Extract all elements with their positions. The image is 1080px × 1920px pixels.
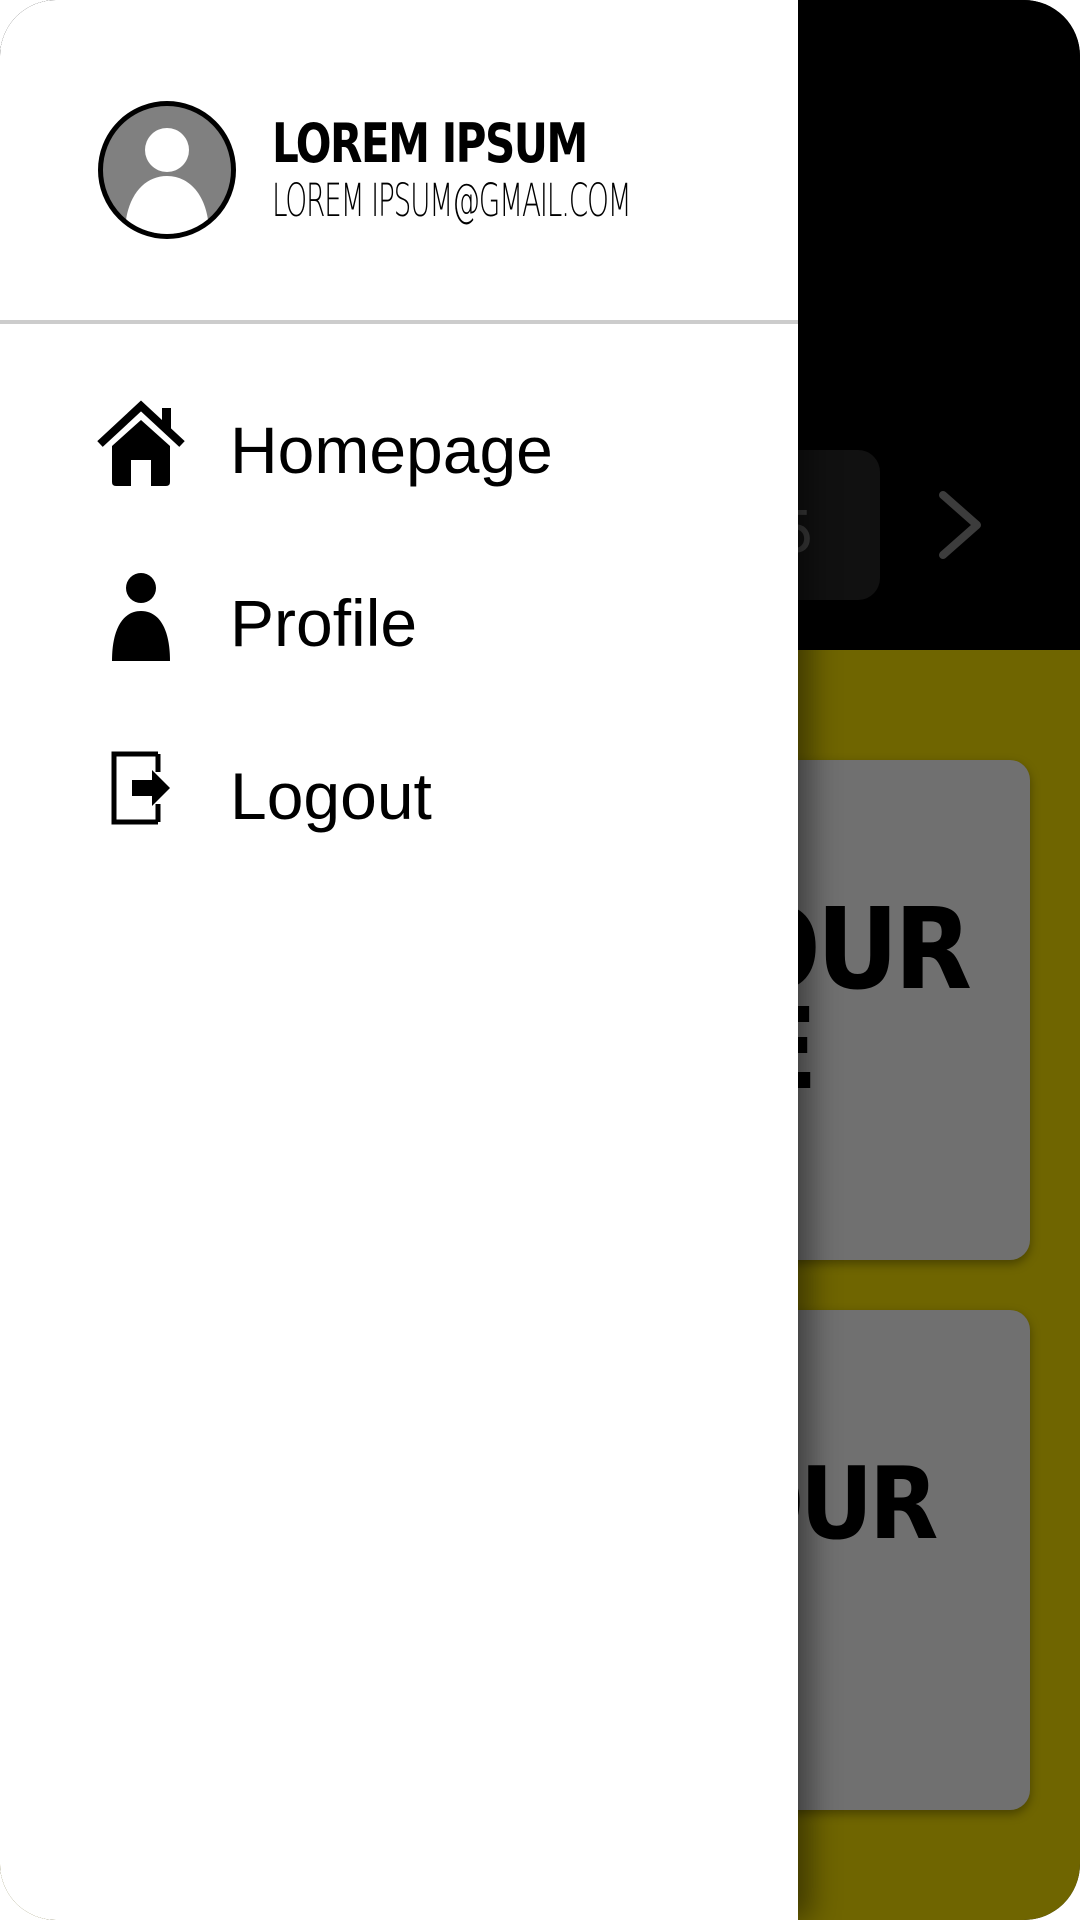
user-email: LOREM IPSUM@GMAIL.COM bbox=[272, 174, 632, 227]
next-button[interactable] bbox=[925, 485, 995, 565]
navigation-drawer: LOREM IPSUM LOREM IPSUM@GMAIL.COM Homepa… bbox=[0, 0, 798, 1920]
menu-item-logout[interactable]: Logout bbox=[0, 726, 798, 866]
drawer-header: LOREM IPSUM LOREM IPSUM@GMAIL.COM bbox=[0, 0, 798, 320]
drawer-divider bbox=[0, 320, 798, 324]
logout-icon bbox=[111, 751, 170, 825]
app-screen: 5 YOUR GE YOUR GE LOREM IPSUM LOREM IPSU… bbox=[0, 0, 1080, 1920]
avatar[interactable] bbox=[98, 101, 236, 239]
person-icon bbox=[112, 573, 170, 661]
user-name: LOREM IPSUM bbox=[272, 112, 588, 175]
home-icon bbox=[97, 400, 185, 486]
chevron-right-icon bbox=[939, 491, 981, 559]
user-avatar-icon bbox=[125, 128, 209, 234]
menu-item-label: Homepage bbox=[230, 413, 553, 487]
menu-item-label: Profile bbox=[230, 586, 418, 660]
menu-item-homepage[interactable]: Homepage bbox=[0, 380, 798, 520]
menu-item-label: Logout bbox=[230, 759, 432, 833]
menu-item-profile[interactable]: Profile bbox=[0, 553, 798, 693]
